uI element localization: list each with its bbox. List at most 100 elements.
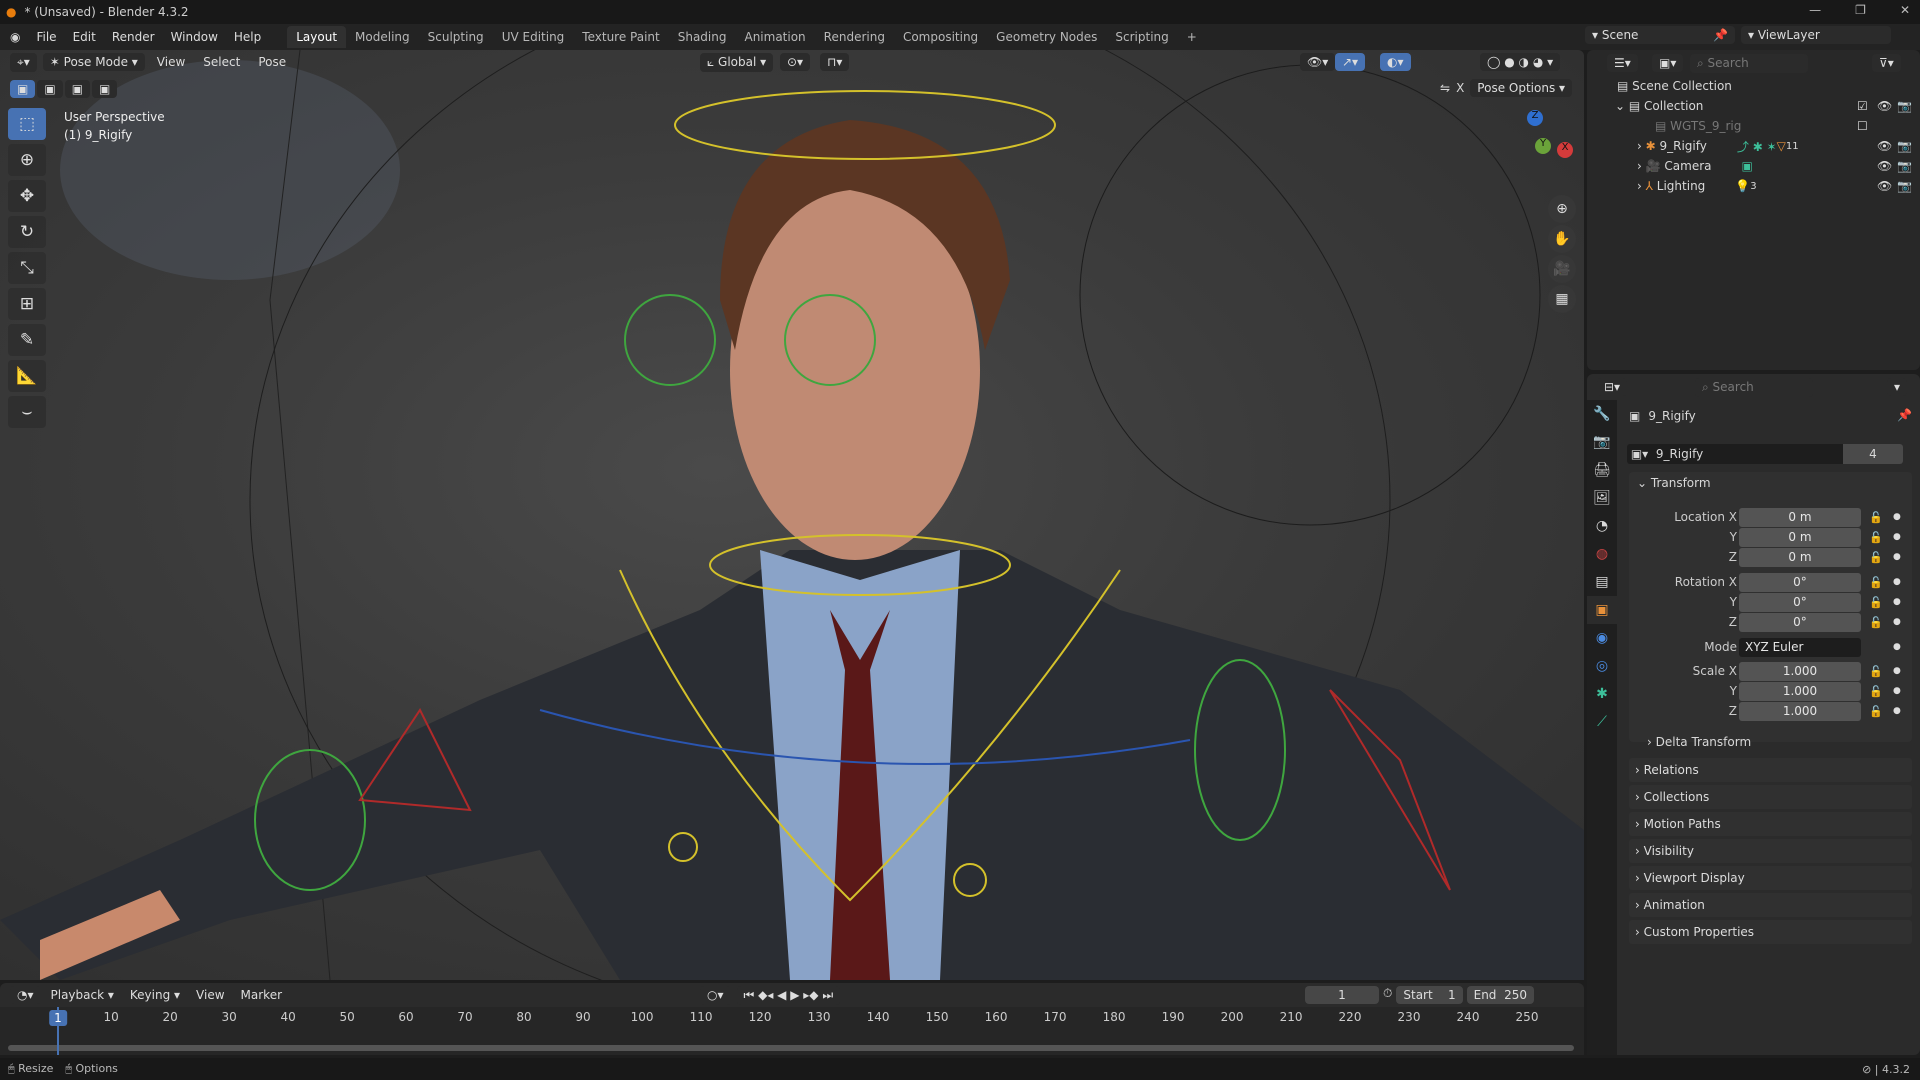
tab-modeling[interactable]: Modeling xyxy=(346,26,419,48)
keyframe-dot-icon[interactable]: ● xyxy=(1893,617,1901,627)
keyframe-dot-icon[interactable]: ● xyxy=(1893,552,1901,562)
select-box-tool-icon[interactable]: ⬚ xyxy=(8,108,46,140)
pin-icon[interactable]: 📌 xyxy=(1713,28,1728,42)
overlays-icon[interactable]: ◐▾ xyxy=(1380,53,1411,71)
properties-editor-type-icon[interactable]: ⊟▾ xyxy=(1597,378,1628,396)
orientation-selector[interactable]: ⟀ Global ▾ xyxy=(700,52,774,72)
output-tab-icon[interactable]: 🖨 xyxy=(1587,456,1617,484)
expand-chevron-icon[interactable]: › xyxy=(1637,159,1646,173)
stopwatch-icon[interactable]: ⏱ xyxy=(1383,986,1392,1004)
tab-uv-editing[interactable]: UV Editing xyxy=(493,26,574,48)
lock-icon[interactable]: 🔓 xyxy=(1869,576,1883,589)
outliner-row-scene-collection[interactable]: ▤ Scene Collection xyxy=(1587,76,1920,96)
panel-collections[interactable]: › Collections xyxy=(1629,785,1912,809)
menu-playback[interactable]: Playback ▾ xyxy=(45,986,120,1004)
lock-icon[interactable]: 🔓 xyxy=(1869,511,1883,524)
outliner-row-lighting[interactable]: › ⅄ Lighting 💡 3 👁 📷 xyxy=(1587,176,1920,196)
gizmo-x-axis[interactable]: X xyxy=(1557,142,1573,158)
eye-icon[interactable]: 👁 xyxy=(1877,139,1892,153)
panel-relations[interactable]: › Relations xyxy=(1629,758,1912,782)
view-layer-tab-icon[interactable]: 🖼 xyxy=(1587,484,1617,512)
tab-geometry-nodes[interactable]: Geometry Nodes xyxy=(987,26,1106,48)
navigation-gizmo[interactable]: Z Y X xyxy=(1495,110,1575,190)
tool-tab-icon[interactable]: 🔧 xyxy=(1587,400,1617,428)
start-frame-field[interactable]: Start 1 xyxy=(1396,986,1463,1004)
user-count[interactable]: 4 xyxy=(1843,444,1903,464)
menu-window[interactable]: Window xyxy=(163,27,226,47)
camera-render-icon[interactable]: 📷 xyxy=(1897,179,1912,193)
maximize-button[interactable]: ❐ xyxy=(1855,3,1866,17)
tab-layout[interactable]: Layout xyxy=(287,26,347,48)
gizmo-z-axis[interactable]: Z xyxy=(1527,110,1543,126)
snap-icon[interactable]: ⊓▾ xyxy=(820,53,850,71)
select-mode-subtract[interactable]: ▣ xyxy=(64,80,91,98)
tab-animation[interactable]: Animation xyxy=(735,26,814,48)
tab-texture-paint[interactable]: Texture Paint xyxy=(573,26,668,48)
scale-x-field[interactable]: 1.000 xyxy=(1739,661,1861,681)
menu-help[interactable]: Help xyxy=(226,27,269,47)
filter-icon[interactable]: ⊽▾ xyxy=(1872,54,1901,72)
3d-viewport[interactable]: User Perspective (1) 9_Rigify Z Y X ⊕ ✋ … xyxy=(0,50,1584,980)
ortho-grid-icon[interactable]: ▦ xyxy=(1548,285,1576,313)
outliner-search[interactable]: ⌕ Search xyxy=(1690,54,1808,73)
add-workspace-button[interactable]: + xyxy=(1178,26,1206,48)
scale-y-field[interactable]: 1.000 xyxy=(1739,681,1861,701)
rotation-x-field[interactable]: 0° xyxy=(1739,572,1861,592)
relax-pose-tool-icon[interactable]: ⌣ xyxy=(8,396,46,428)
scale-tool-icon[interactable]: ⤡ xyxy=(8,252,46,284)
menu-view[interactable]: View xyxy=(190,986,230,1004)
playback-controls[interactable]: ⏮ ◆◂ ◀ ▶ ▸◆ ⏭ xyxy=(736,986,841,1005)
rotation-mode-dropdown[interactable]: XYZ Euler xyxy=(1739,637,1861,657)
minimize-button[interactable]: — xyxy=(1809,3,1821,17)
keyframe-dot-icon[interactable]: ● xyxy=(1893,597,1901,607)
scale-z-field[interactable]: 1.000 xyxy=(1739,701,1861,721)
tab-compositing[interactable]: Compositing xyxy=(894,26,987,48)
eye-icon[interactable]: 👁 xyxy=(1877,179,1892,193)
panel-animation[interactable]: › Animation xyxy=(1629,893,1912,917)
armature-data-tab-icon[interactable]: ✱ xyxy=(1587,680,1617,708)
bone-tab-icon[interactable]: ⟋ xyxy=(1587,708,1617,736)
keyframe-dot-icon[interactable]: ● xyxy=(1893,686,1901,696)
blender-menu-icon[interactable]: ◉ xyxy=(10,30,20,44)
panel-viewport-display[interactable]: › Viewport Display xyxy=(1629,866,1912,890)
current-frame-field[interactable]: 1 xyxy=(1305,986,1379,1004)
menu-keying[interactable]: Keying ▾ xyxy=(124,986,186,1004)
keyframe-dot-icon[interactable]: ● xyxy=(1893,706,1901,716)
render-tab-icon[interactable]: 📷 xyxy=(1587,428,1617,456)
tab-sculpting[interactable]: Sculpting xyxy=(419,26,493,48)
panel-visibility[interactable]: › Visibility xyxy=(1629,839,1912,863)
expand-chevron-icon[interactable]: › xyxy=(1637,179,1646,193)
shading-modes[interactable]: ◯ ● ◑ ◕ ▾ xyxy=(1480,53,1561,71)
end-frame-field[interactable]: End 250 xyxy=(1466,986,1534,1004)
world-tab-icon[interactable]: ◍ xyxy=(1587,540,1617,568)
zoom-icon[interactable]: ⊕ xyxy=(1548,195,1576,223)
annotate-tool-icon[interactable]: ✎ xyxy=(8,324,46,356)
object-browse-icon[interactable]: ▣▾ xyxy=(1627,447,1656,461)
datablock-selector[interactable]: ▣▾ 9_Rigify 4 xyxy=(1627,444,1903,464)
camera-render-icon[interactable]: 📷 xyxy=(1897,139,1912,153)
lock-icon[interactable]: 🔓 xyxy=(1869,665,1883,678)
keyframe-dot-icon[interactable]: ● xyxy=(1893,577,1901,587)
camera-render-icon[interactable]: 📷 xyxy=(1897,99,1912,113)
expand-chevron-icon[interactable]: ⌄ xyxy=(1615,99,1629,113)
menu-pose[interactable]: Pose xyxy=(252,53,292,71)
pose-options-dropdown[interactable]: Pose Options ▾ xyxy=(1470,79,1573,97)
rotation-y-field[interactable]: 0° xyxy=(1739,592,1861,612)
mirror-icon[interactable]: ⇋ xyxy=(1440,81,1450,95)
panel-motion-paths[interactable]: › Motion Paths xyxy=(1629,812,1912,836)
menu-render[interactable]: Render xyxy=(104,27,163,47)
panel-custom-properties[interactable]: › Custom Properties xyxy=(1629,920,1912,944)
datablock-name[interactable]: 9_Rigify xyxy=(1656,447,1703,461)
eye-icon[interactable]: 👁 xyxy=(1877,159,1892,173)
checkbox-unchecked[interactable]: ☐ xyxy=(1857,119,1868,133)
outliner-row-9-rigify[interactable]: › ✱ 9_Rigify ⤴ ✱ ✶ ▽ 11 👁 📷 xyxy=(1587,136,1920,156)
keyframe-dot-icon[interactable]: ● xyxy=(1893,532,1901,542)
display-mode-icon[interactable]: ☰▾ xyxy=(1607,54,1638,72)
collection-tab-icon[interactable]: ▤ xyxy=(1587,568,1617,596)
auto-keying-toggle[interactable]: ○▾ xyxy=(700,986,731,1005)
pan-hand-icon[interactable]: ✋ xyxy=(1548,225,1576,253)
cursor-tool-icon[interactable]: ⊕ xyxy=(8,144,46,176)
delta-transform-subpanel[interactable]: › Delta Transform xyxy=(1647,735,1751,749)
select-mode-invert[interactable]: ▣ xyxy=(92,80,118,98)
pin-icon[interactable]: 📌 xyxy=(1897,408,1912,422)
